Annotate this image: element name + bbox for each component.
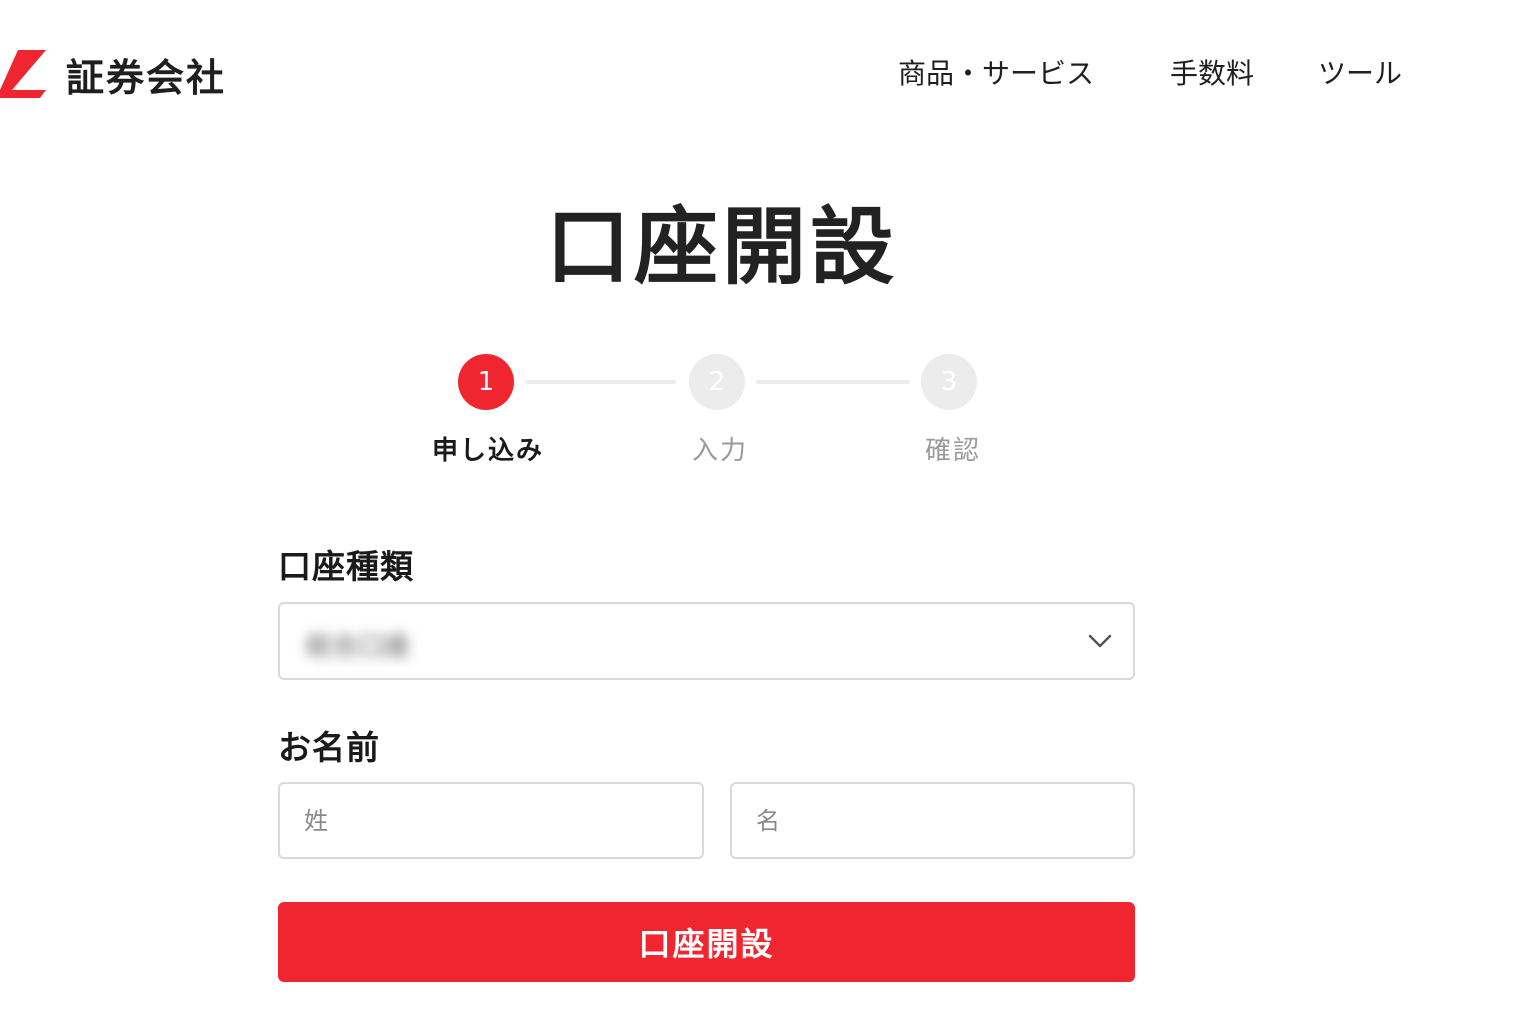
chevron-down-icon — [1088, 634, 1112, 648]
step-3-indicator: 3 — [921, 354, 977, 410]
name-label: お名前 — [278, 728, 380, 767]
page-title: 口座開設 — [545, 198, 898, 296]
step-2-label: 入力 — [692, 436, 749, 466]
last-name-field[interactable] — [278, 782, 704, 859]
step-connector — [526, 380, 676, 384]
main-nav: 商品・サービス 手数料 ツール — [0, 52, 1536, 92]
step-2-indicator: 2 — [689, 354, 745, 410]
progress-stepper: 1 2 3 申し込み 入力 確認 — [0, 352, 1536, 472]
account-type-select[interactable]: 総合口座 — [278, 602, 1135, 680]
account-type-label: 口座種類 — [278, 547, 414, 586]
nav-item-fees[interactable]: 手数料 — [1170, 52, 1254, 92]
account-opening-page: 証券会社 商品・サービス 手数料 ツール 口座開設 1 2 3 申し込み 入力 … — [0, 0, 1536, 1024]
account-type-value: 総合口座 — [306, 632, 411, 662]
nav-item-tools[interactable]: ツール — [1318, 52, 1402, 92]
open-account-button[interactable]: 口座開設 — [278, 902, 1135, 982]
step-connector — [756, 380, 910, 384]
first-name-field[interactable] — [730, 782, 1135, 859]
nav-item-products[interactable]: 商品・サービス — [898, 52, 1094, 92]
step-1-indicator: 1 — [458, 354, 514, 410]
step-3-label: 確認 — [925, 436, 982, 466]
step-1-label: 申し込み — [432, 436, 545, 466]
